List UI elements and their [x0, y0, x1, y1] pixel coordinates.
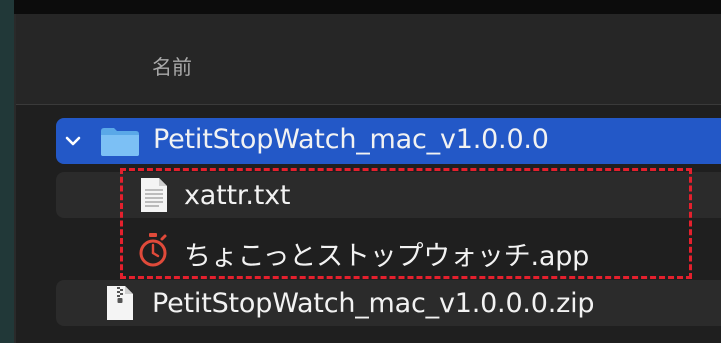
file-name: xattr.txt	[184, 180, 291, 211]
column-header: 名前	[16, 14, 721, 105]
app-name: ちょこっとストップウォッチ.app	[184, 241, 590, 272]
zip-file-icon	[107, 286, 133, 320]
folder-name: PetitStopWatch_mac_v1.0.0.0	[153, 124, 549, 155]
sidebar-edge	[0, 0, 14, 343]
folder-icon	[101, 128, 139, 156]
list-item-zip[interactable]: PetitStopWatch_mac_v1.0.0.0.zip	[56, 280, 721, 326]
text-file-icon	[141, 178, 167, 212]
stopwatch-icon	[139, 233, 167, 267]
name-column-header[interactable]: 名前	[152, 51, 192, 80]
window-top-strip	[0, 0, 721, 14]
list-item-folder[interactable]: PetitStopWatch_mac_v1.0.0.0	[56, 118, 721, 164]
list-item-xattr[interactable]: xattr.txt	[56, 172, 721, 218]
list-item-app[interactable]: ちょこっとストップウォッチ.app	[56, 226, 721, 272]
chevron-down-icon[interactable]	[64, 132, 82, 150]
zip-name: PetitStopWatch_mac_v1.0.0.0.zip	[152, 288, 595, 319]
